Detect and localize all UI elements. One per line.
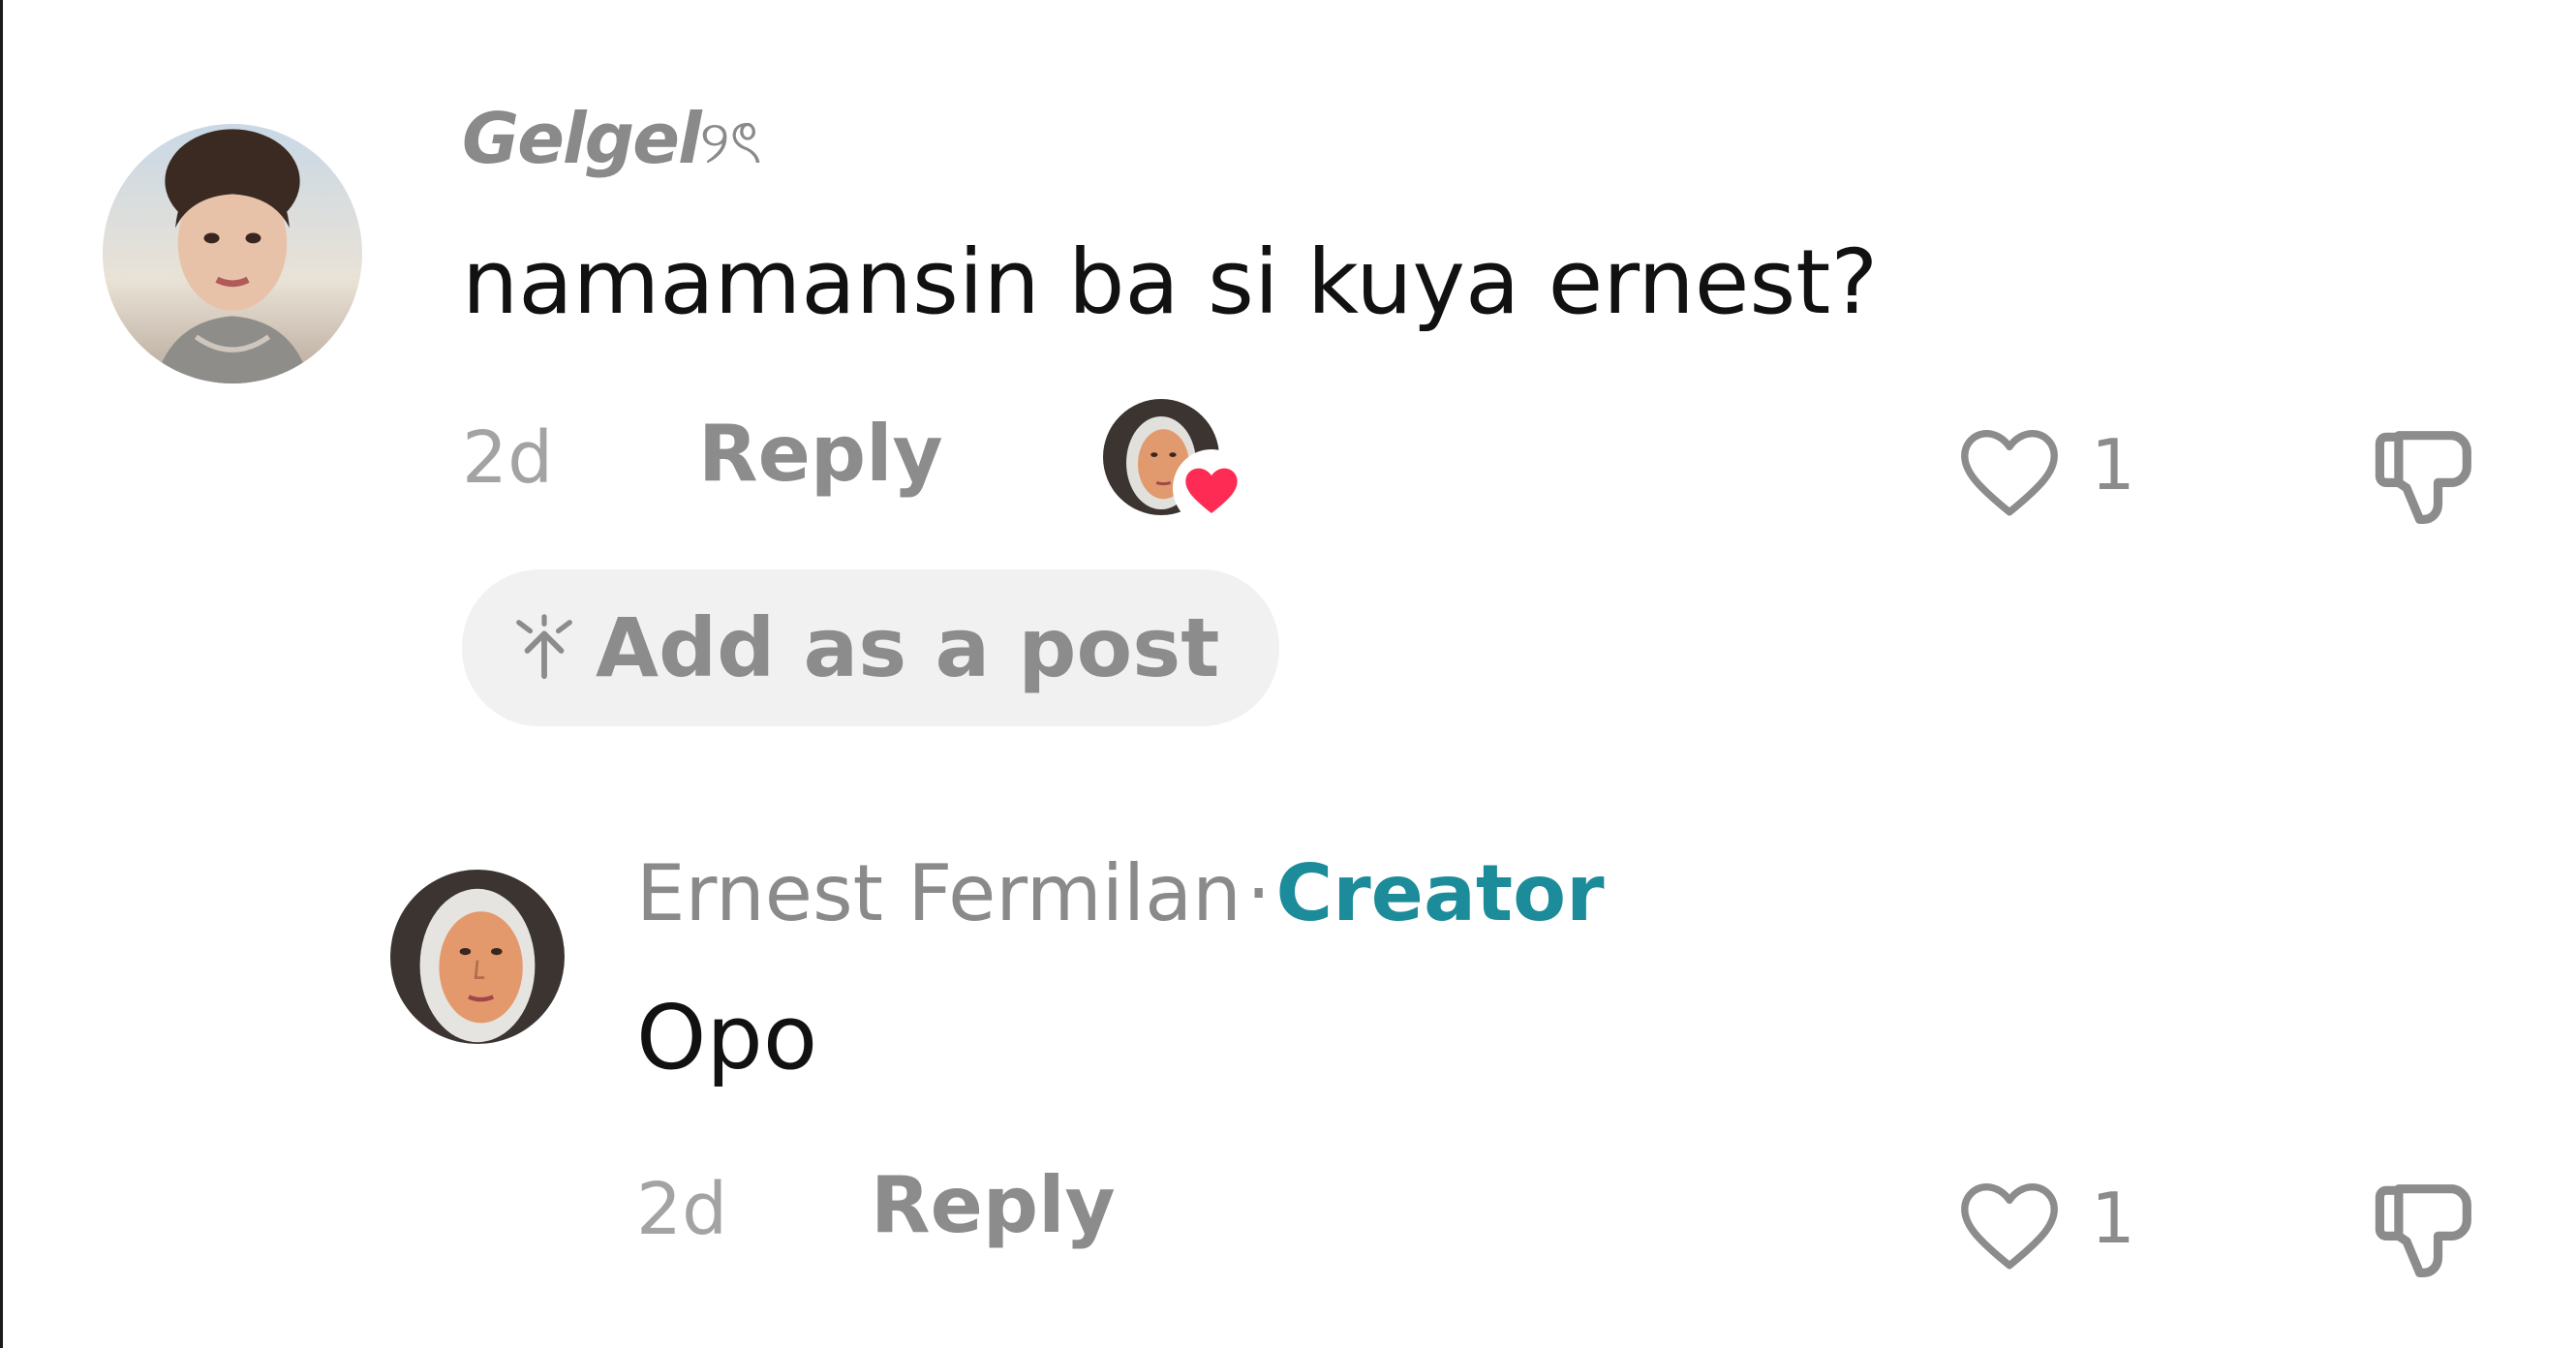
comment-text: namamansin ba si kuya ernest?	[462, 230, 1879, 334]
heart-outline-icon	[1961, 429, 2058, 516]
commenter-username-text: Gelgel	[462, 98, 702, 179]
reply-time: 2d	[636, 1168, 728, 1251]
reply-like-button[interactable]: 1	[1946, 1168, 2159, 1274]
creator-badge: Creator	[1275, 848, 1605, 938]
comment-like-button[interactable]: 1	[1946, 414, 2159, 521]
sparkle-arrow-icon	[516, 614, 572, 680]
commenter-username-symbols: ୨ৎ	[699, 107, 762, 177]
comment-reply-button[interactable]: Reply	[698, 409, 943, 499]
reply-reply-button[interactable]: Reply	[871, 1160, 1116, 1250]
heart-outline-icon	[1961, 1182, 2058, 1270]
commenter-avatar[interactable]	[103, 124, 362, 383]
creator-avatar-image	[390, 870, 565, 1044]
comment-dislike-button[interactable]	[2362, 414, 2488, 540]
heart-filled-icon	[1173, 449, 1250, 527]
comment-like-count: 1	[2091, 424, 2135, 506]
add-as-post-label: Add as a post	[596, 600, 1220, 695]
reply-author-line: Ernest Fermilan · Creator	[636, 848, 1605, 938]
reply-dislike-button[interactable]	[2362, 1168, 2488, 1294]
creator-avatar[interactable]	[390, 870, 565, 1044]
reply-text: Opo	[636, 986, 818, 1089]
reply-like-count: 1	[2091, 1178, 2135, 1259]
thumbs-down-icon	[2375, 1184, 2471, 1277]
commenter-avatar-image	[103, 124, 362, 383]
comment-time: 2d	[462, 416, 554, 500]
add-as-post-button[interactable]: Add as a post	[462, 569, 1279, 726]
commenter-username[interactable]: Gelgel୨ৎ	[462, 97, 762, 197]
thumbs-down-icon	[2375, 431, 2471, 524]
reply-author-name[interactable]: Ernest Fermilan	[636, 848, 1242, 938]
liked-by-creator-indicator	[1103, 399, 1250, 527]
author-badge-separator: ·	[1245, 848, 1272, 938]
